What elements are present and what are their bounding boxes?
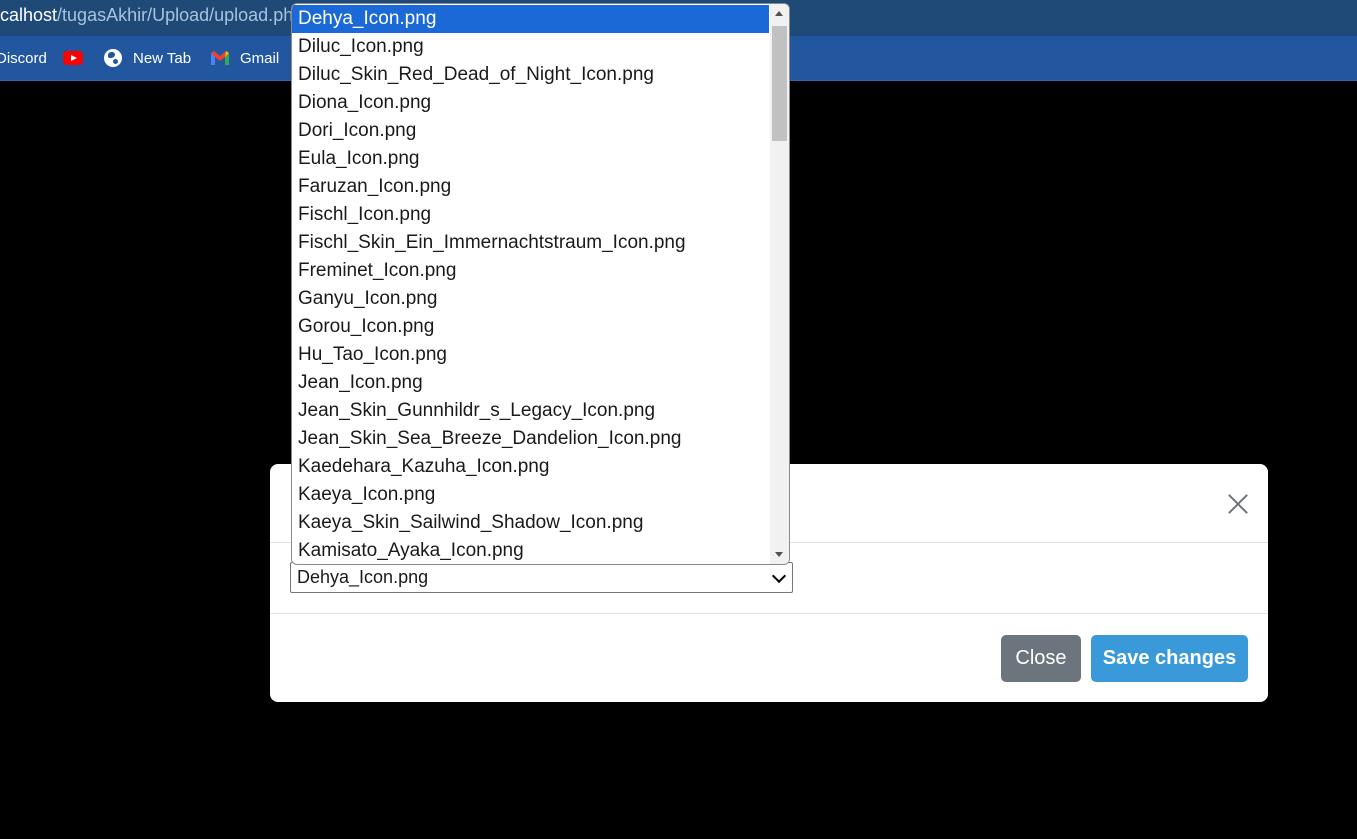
dropdown-option[interactable]: Jean_Icon.png (292, 369, 769, 397)
url-text[interactable]: calhost/tugasAkhir/Upload/upload.ph (0, 5, 293, 26)
dropdown-option[interactable]: Kaeya_Icon.png (292, 481, 769, 509)
bookmark-label: New Tab (133, 49, 192, 67)
dropdown-option[interactable]: Jean_Skin_Gunnhildr_s_Legacy_Icon.png (292, 397, 769, 425)
chevron-down-icon (771, 568, 787, 584)
url-host: calhost (0, 5, 58, 25)
scrollbar-thumb[interactable] (772, 26, 787, 141)
dropdown-option[interactable]: Kaeya_Skin_Sailwind_Shadow_Icon.png (292, 509, 769, 537)
dropdown-option[interactable]: Kaedehara_Kazuha_Icon.png (292, 453, 769, 481)
save-changes-button[interactable]: Save changes (1091, 635, 1248, 682)
bookmark-label: Gmail (240, 49, 280, 67)
url-path: /tugasAkhir/Upload/upload.ph (57, 5, 294, 25)
dropdown-option[interactable]: Kamisato_Ayaka_Icon.png (292, 537, 769, 564)
bookmark-youtube[interactable] (63, 48, 93, 68)
bookmark-label: Discord (0, 49, 47, 67)
file-select[interactable]: Dehya_Icon.png (290, 562, 793, 593)
select-value: Dehya_Icon.png (297, 567, 429, 587)
close-icon[interactable] (1224, 489, 1252, 517)
youtube-icon (63, 48, 83, 68)
bookmark-new-tab[interactable]: New Tab (103, 48, 191, 68)
dropdown-option[interactable]: Dehya_Icon.png (292, 5, 769, 33)
dropdown-option[interactable]: Freminet_Icon.png (292, 257, 769, 285)
dropdown-option[interactable]: Diluc_Icon.png (292, 33, 769, 61)
dropdown-option[interactable]: Diluc_Skin_Red_Dead_of_Night_Icon.png (292, 61, 769, 89)
globe-icon (103, 48, 123, 68)
dropdown-option[interactable]: Fischl_Icon.png (292, 201, 769, 229)
scrollbar[interactable] (770, 4, 789, 564)
dropdown-option[interactable]: Dori_Icon.png (292, 117, 769, 145)
bookmark-discord[interactable]: Discord (0, 48, 47, 68)
dropdown-option[interactable]: Fischl_Skin_Ein_Immernachtstraum_Icon.pn… (292, 229, 769, 257)
bookmark-gmail[interactable]: Gmail (210, 48, 279, 68)
gmail-icon (210, 48, 230, 68)
dropdown-option[interactable]: Jean_Skin_Sea_Breeze_Dandelion_Icon.png (292, 425, 769, 453)
dropdown-option[interactable]: Gorou_Icon.png (292, 313, 769, 341)
dropdown-option[interactable]: Faruzan_Icon.png (292, 173, 769, 201)
scroll-up-arrow-icon[interactable] (775, 11, 783, 16)
dropdown-option[interactable]: Hu_Tao_Icon.png (292, 341, 769, 369)
scroll-down-arrow-icon[interactable] (775, 552, 783, 557)
dropdown-option[interactable]: Diona_Icon.png (292, 89, 769, 117)
dropdown-option[interactable]: Eula_Icon.png (292, 145, 769, 173)
select-dropdown-list[interactable]: Dehya_Icon.png Diluc_Icon.png Diluc_Skin_R… (291, 3, 790, 565)
close-button[interactable]: Close (1001, 635, 1081, 682)
dropdown-option[interactable]: Ganyu_Icon.png (292, 285, 769, 313)
